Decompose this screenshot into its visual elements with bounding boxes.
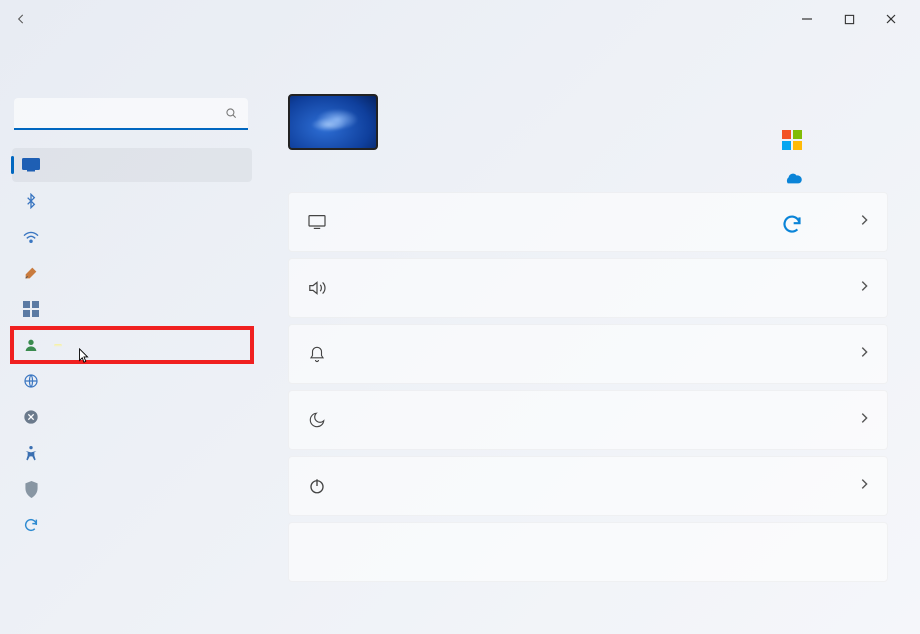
row-power-battery[interactable]: [288, 456, 888, 516]
sidebar-item-accessibility[interactable]: [12, 436, 252, 470]
row-sound[interactable]: [288, 258, 888, 318]
apps-icon: [22, 300, 40, 318]
wifi-icon: [22, 228, 40, 246]
search-icon: [224, 106, 238, 120]
sidebar-item-apps[interactable]: [12, 292, 252, 326]
bluetooth-icon: [22, 192, 40, 210]
chevron-right-icon: [859, 279, 869, 298]
titlebar: [0, 0, 920, 38]
desktop-wallpaper-thumbnail[interactable]: [288, 94, 378, 150]
row-storage[interactable]: [288, 522, 888, 582]
onedrive-icon: [782, 172, 804, 194]
sidebar-nav: [8, 148, 252, 542]
shield-icon: [22, 480, 40, 498]
system-icon: [22, 156, 40, 174]
sound-icon: [307, 278, 327, 298]
card-onedrive[interactable]: [782, 172, 920, 194]
minimize-button[interactable]: [786, 5, 828, 33]
sidebar-item-gaming[interactable]: [12, 400, 252, 434]
sidebar: [0, 38, 260, 634]
bell-icon: [307, 344, 327, 364]
sidebar-item-privacy-security[interactable]: [12, 472, 252, 506]
sidebar-item-accounts[interactable]: [12, 328, 252, 362]
settings-list: [288, 192, 912, 582]
sidebar-item-label: [54, 344, 62, 347]
chevron-right-icon: [859, 411, 869, 430]
sidebar-item-personalization[interactable]: [12, 256, 252, 290]
globe-clock-icon: [22, 372, 40, 390]
sidebar-item-network[interactable]: [12, 220, 252, 254]
maximize-button[interactable]: [828, 5, 870, 33]
power-icon: [307, 476, 327, 496]
paintbrush-icon: [22, 264, 40, 282]
row-focus-assist[interactable]: [288, 390, 888, 450]
back-button[interactable]: [8, 6, 34, 32]
chevron-right-icon: [859, 477, 869, 496]
update-icon: [22, 516, 40, 534]
search-input[interactable]: [24, 106, 224, 121]
sidebar-item-system[interactable]: [12, 148, 252, 182]
person-icon: [22, 336, 40, 354]
accessibility-icon: [22, 444, 40, 462]
moon-icon: [307, 410, 327, 430]
sidebar-item-time-language[interactable]: [12, 364, 252, 398]
card-windows-update[interactable]: [782, 214, 920, 236]
display-icon: [307, 212, 327, 232]
close-button[interactable]: [870, 5, 912, 33]
microsoft365-icon: [782, 130, 804, 152]
chevron-right-icon: [859, 345, 869, 364]
search-box[interactable]: [14, 98, 248, 130]
main-content: [260, 38, 920, 634]
sidebar-item-bluetooth[interactable]: [12, 184, 252, 218]
mouse-cursor-icon: [78, 348, 90, 364]
sidebar-item-windows-update[interactable]: [12, 508, 252, 542]
card-microsoft365[interactable]: [782, 130, 920, 152]
row-notifications[interactable]: [288, 324, 888, 384]
update-status-icon: [782, 214, 804, 236]
gaming-icon: [22, 408, 40, 426]
